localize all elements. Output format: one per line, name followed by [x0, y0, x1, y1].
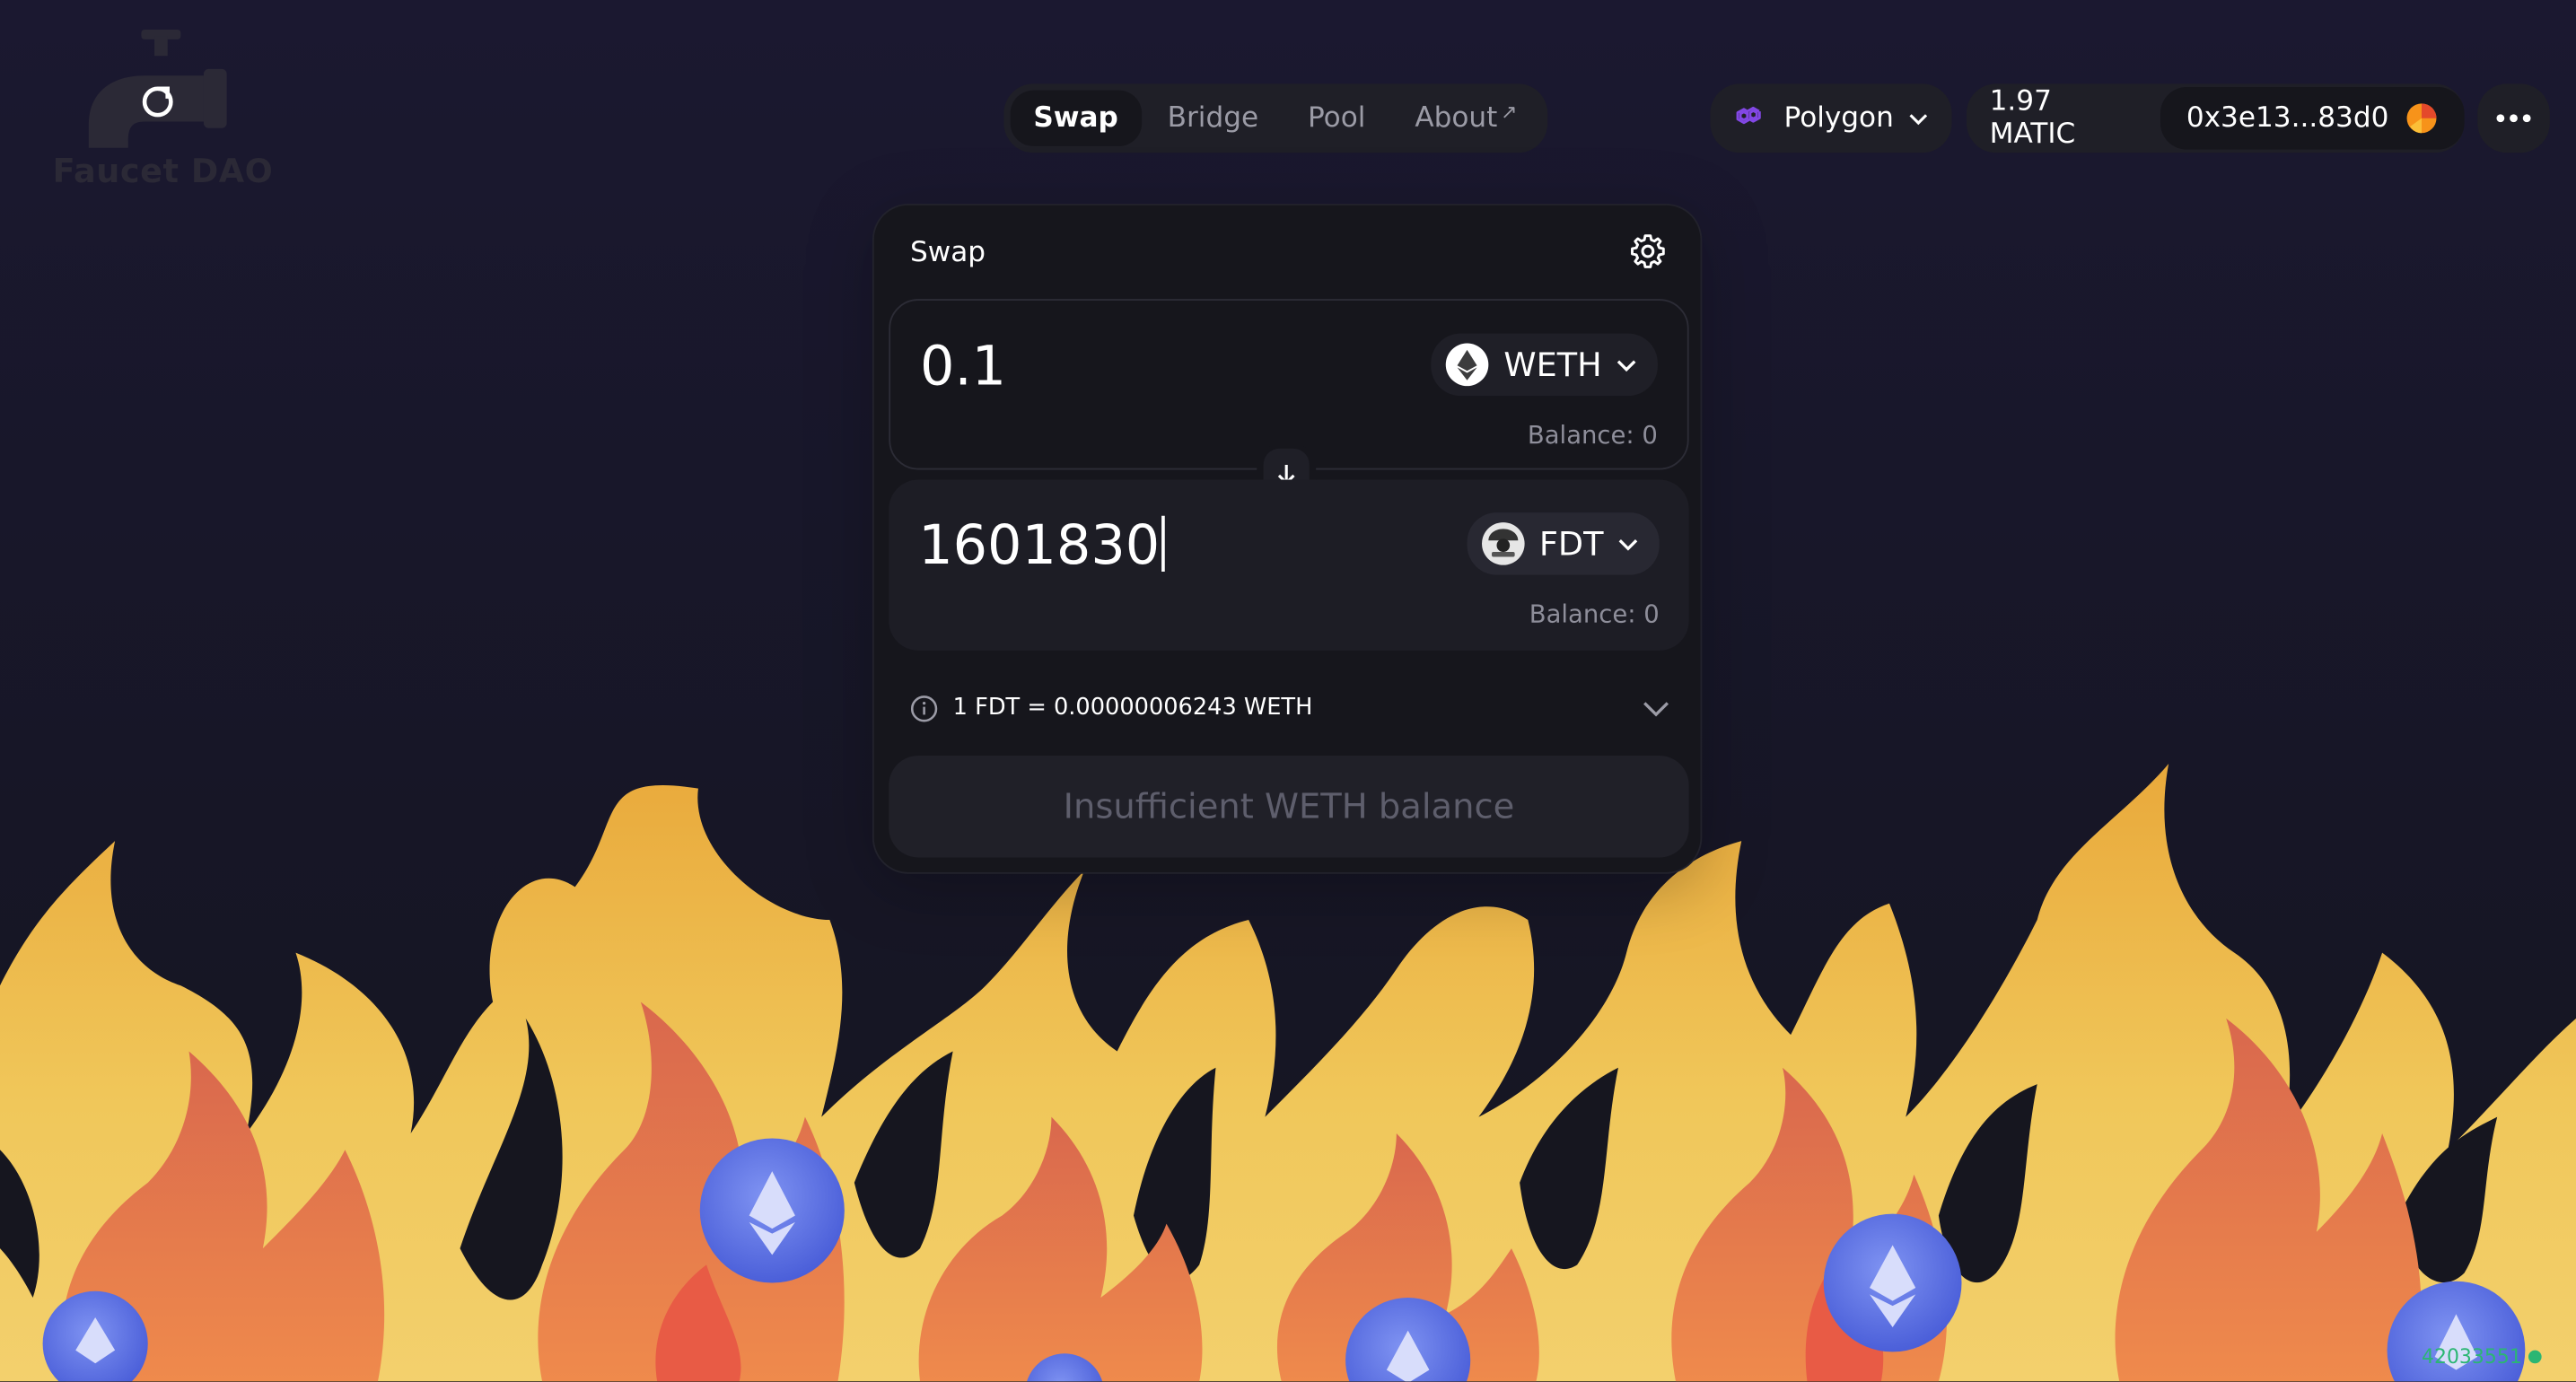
input-amount[interactable]: 0.1 [920, 334, 1006, 398]
settings-gear-icon[interactable] [1628, 232, 1668, 271]
chevron-down-icon[interactable] [1642, 698, 1671, 718]
nav-swap-label: Swap [1033, 101, 1118, 136]
eth-coin-2 [1823, 1213, 1962, 1352]
output-token-panel[interactable]: 1601830 FDT Balance: 0 [889, 479, 1689, 651]
swap-card: Swap 0.1 WETH Balance: 0 1601830 FDT Bal… [872, 203, 1703, 874]
account-button[interactable]: 0x3e13...83d0 [2160, 87, 2465, 150]
output-balance: Balance: 0 [1529, 599, 1660, 630]
exchange-rate: 1 FDT = 0.00000006243 WETH [952, 695, 1313, 722]
weth-token-icon [1446, 343, 1489, 387]
nav-pool-label: Pool [1308, 101, 1366, 136]
info-icon [910, 695, 938, 722]
nav-swap[interactable]: Swap [1010, 90, 1142, 146]
swap-title: Swap [910, 236, 986, 270]
network-label: Polygon [1783, 101, 1894, 136]
text-caret [1161, 514, 1165, 572]
more-menu-button[interactable] [2477, 83, 2550, 153]
block-number: 42033551 [2422, 1345, 2522, 1369]
eth-coin-1 [699, 1138, 845, 1283]
nav-about-label: About [1415, 101, 1498, 136]
nav-about[interactable]: About ↗ [1392, 91, 1540, 146]
main-nav: Swap Bridge Pool About ↗ [1003, 83, 1547, 153]
chevron-down-icon [1617, 360, 1636, 372]
nav-pool[interactable]: Pool [1284, 91, 1389, 146]
output-amount-field[interactable]: 1601830 [918, 512, 1165, 576]
input-token-selector[interactable]: WETH [1431, 333, 1658, 397]
block-number-status: 42033551 [2422, 1345, 2542, 1369]
wallet-info[interactable]: 1.97 MATIC 0x3e13...83d0 [1966, 83, 2465, 153]
more-dots-icon [2496, 114, 2531, 123]
output-token-selector[interactable]: FDT [1467, 512, 1660, 575]
nav-bridge-label: Bridge [1167, 101, 1259, 136]
output-token-symbol: FDT [1538, 523, 1604, 564]
input-token-symbol: WETH [1503, 345, 1602, 385]
network-selector[interactable]: Polygon [1710, 83, 1952, 153]
logo-text: Faucet DAO [52, 151, 274, 191]
matic-balance: 1.97 MATIC [1989, 85, 2076, 152]
input-balance: Balance: 0 [1527, 420, 1658, 450]
output-amount: 1601830 [918, 512, 1161, 577]
account-avatar-icon [2406, 103, 2437, 134]
chevron-down-icon [1618, 539, 1638, 551]
insufficient-balance-button[interactable]: Insufficient WETH balance [889, 755, 1689, 858]
polygon-icon [1736, 106, 1761, 125]
fdt-token-icon [1481, 522, 1525, 565]
input-token-panel[interactable]: 0.1 WETH Balance: 0 [889, 299, 1689, 470]
app-root: Faucet DAO Swap Bridge Pool About ↗ Polyg… [0, 0, 2576, 1382]
chevron-down-icon [1908, 114, 1927, 126]
nav-bridge[interactable]: Bridge [1144, 91, 1282, 146]
external-link-icon: ↗ [1500, 100, 1518, 124]
wallet-address: 0x3e13...83d0 [2186, 101, 2389, 136]
status-dot [2528, 1350, 2542, 1364]
rate-row[interactable]: 1 FDT = 0.00000006243 WETH [910, 690, 1670, 726]
